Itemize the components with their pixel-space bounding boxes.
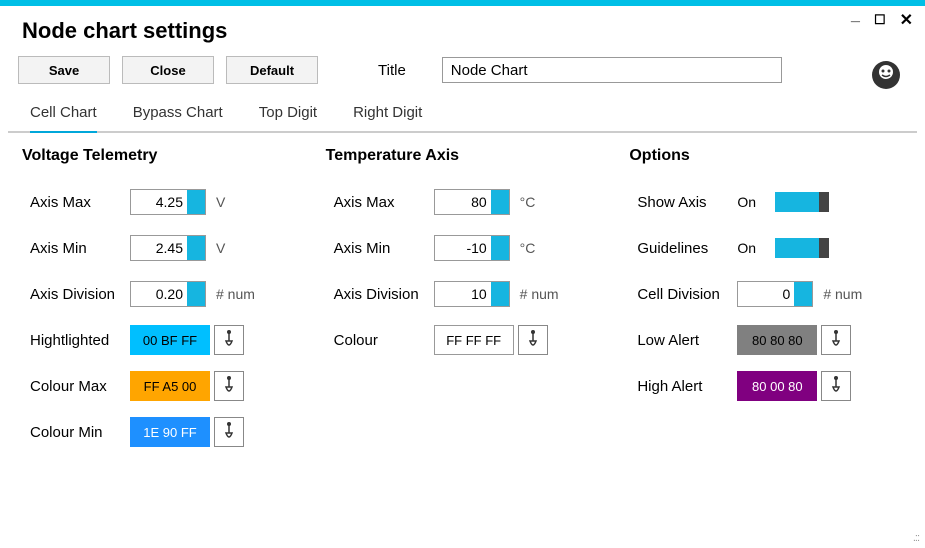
low-alert-swatch[interactable]: 80 80 80 [737,325,817,355]
save-button[interactable]: Save [18,56,110,84]
guidelines-state: On [737,240,775,256]
voltage-heading: Voltage Telemetry [22,147,296,165]
high-alert-label: High Alert [629,378,737,395]
guidelines-label: Guidelines [629,240,737,257]
options-heading: Options [629,147,903,165]
title-label: Title [378,62,406,79]
voltage-axis-max-input-wrap [130,189,206,215]
voltage-colour-max-label: Colour Max [22,378,130,395]
close-window-button[interactable]: ✕ [900,10,913,30]
voltage-section: Voltage Telemetry Axis Max V Axis Min V … [22,147,296,455]
voltage-axis-min-input-wrap [130,235,206,261]
low-alert-picker[interactable] [821,325,851,355]
voltage-axis-max-unit: V [216,194,225,210]
tab-bypass-chart[interactable]: Bypass Chart [133,100,223,131]
temp-colour-label: Colour [326,332,434,349]
cell-div-input-wrap [737,281,813,307]
high-alert-picker[interactable] [821,371,851,401]
temp-axis-max-input[interactable] [435,190,491,214]
temperature-section: Temperature Axis Axis Max °C Axis Min °C… [326,147,600,455]
cell-div-unit: # num [823,286,862,302]
temp-axis-div-input[interactable] [435,282,491,306]
temp-axis-max-label: Axis Max [326,194,434,211]
temp-axis-min-input-wrap [434,235,510,261]
voltage-colour-min-picker[interactable] [214,417,244,447]
voltage-axis-min-unit: V [216,240,225,256]
voltage-colour-min-label: Colour Min [22,424,130,441]
voltage-axis-div-label: Axis Division [22,286,130,303]
tab-right-digit[interactable]: Right Digit [353,100,422,131]
temp-axis-min-label: Axis Min [326,240,434,257]
show-axis-state: On [737,194,775,210]
options-section: Options Show Axis On Guidelines On Cell … [629,147,903,455]
support-avatar-icon[interactable] [869,58,903,97]
temp-colour-picker[interactable] [518,325,548,355]
title-input[interactable] [442,57,782,83]
temp-axis-min-unit: °C [520,240,536,256]
cell-div-spinner[interactable] [794,282,812,306]
page-title: Node chart settings [22,18,903,44]
temp-axis-div-input-wrap [434,281,510,307]
temp-axis-max-input-wrap [434,189,510,215]
voltage-highlight-label: Hightlighted [22,332,130,349]
voltage-axis-min-input[interactable] [131,236,187,260]
voltage-colour-min-swatch[interactable]: 1E 90 FF [130,417,210,447]
voltage-axis-max-spinner[interactable] [187,190,205,214]
temp-axis-max-spinner[interactable] [491,190,509,214]
cell-div-input[interactable] [738,282,794,306]
voltage-axis-max-input[interactable] [131,190,187,214]
voltage-axis-max-label: Axis Max [22,194,130,211]
voltage-highlight-swatch[interactable]: 00 BF FF [130,325,210,355]
voltage-axis-div-spinner[interactable] [187,282,205,306]
temp-axis-div-unit: # num [520,286,559,302]
close-button[interactable]: Close [122,56,214,84]
tab-top-digit[interactable]: Top Digit [259,100,317,131]
voltage-colour-max-swatch[interactable]: FF A5 00 [130,371,210,401]
voltage-axis-div-input-wrap [130,281,206,307]
temp-axis-min-spinner[interactable] [491,236,509,260]
show-axis-toggle[interactable] [775,192,829,212]
voltage-axis-min-label: Axis Min [22,240,130,257]
voltage-axis-div-input[interactable] [131,282,187,306]
window-controls: _ ☐ ✕ [851,10,913,30]
toolbar: Save Close Default Title [0,50,925,94]
voltage-colour-max-picker[interactable] [214,371,244,401]
temperature-heading: Temperature Axis [326,147,600,165]
temp-axis-div-label: Axis Division [326,286,434,303]
minimize-button[interactable]: _ [851,7,860,25]
default-button[interactable]: Default [226,56,318,84]
temp-axis-min-input[interactable] [435,236,491,260]
tab-cell-chart[interactable]: Cell Chart [30,100,97,131]
voltage-axis-div-unit: # num [216,286,255,302]
tab-bar: Cell Chart Bypass Chart Top Digit Right … [8,94,917,133]
temp-axis-max-unit: °C [520,194,536,210]
cell-div-label: Cell Division [629,286,737,303]
voltage-highlight-picker[interactable] [214,325,244,355]
low-alert-label: Low Alert [629,332,737,349]
maximize-button[interactable]: ☐ [874,12,886,28]
high-alert-swatch[interactable]: 80 00 80 [737,371,817,401]
show-axis-label: Show Axis [629,194,737,211]
guidelines-toggle[interactable] [775,238,829,258]
resize-grip-icon[interactable]: .:: [913,532,919,544]
voltage-axis-min-spinner[interactable] [187,236,205,260]
temp-axis-div-spinner[interactable] [491,282,509,306]
temp-colour-swatch[interactable]: FF FF FF [434,325,514,355]
